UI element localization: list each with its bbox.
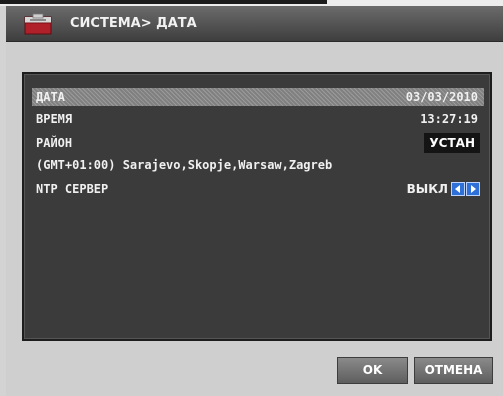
ntp-row: NTP СЕРВЕР ВЫКЛ — [32, 180, 484, 198]
date-value[interactable]: 03/03/2010 — [406, 88, 478, 106]
settings-panel: ДАТА 03/03/2010 ВРЕМЯ 13:27:19 РАЙОН УСТ… — [22, 72, 492, 341]
time-label: ВРЕМЯ — [36, 112, 73, 126]
date-row[interactable]: ДАТА 03/03/2010 — [32, 88, 484, 106]
ntp-prev-button[interactable] — [451, 182, 465, 196]
zone-label: РАЙОН — [36, 136, 73, 150]
time-value[interactable]: 13:27:19 — [420, 110, 478, 128]
page-title: СИСТЕМА> ДАТА — [70, 16, 197, 31]
title-bar: СИСТЕМА> ДАТА — [6, 6, 503, 42]
zone-set-button[interactable]: УСТАН — [424, 133, 480, 153]
date-label: ДАТА — [36, 90, 65, 104]
time-row[interactable]: ВРЕМЯ 13:27:19 — [32, 110, 484, 128]
top-strip-dark — [0, 0, 327, 4]
ntp-control: ВЫКЛ — [407, 180, 480, 198]
ntp-next-button[interactable] — [466, 182, 480, 196]
ntp-label: NTP СЕРВЕР — [36, 182, 109, 196]
zone-value-row: (GMT+01:00) Sarajevo,Skopje,Warsaw,Zagre… — [32, 156, 484, 174]
zone-value: (GMT+01:00) Sarajevo,Skopje,Warsaw,Zagre… — [36, 158, 333, 172]
zone-row: РАЙОН УСТАН — [32, 133, 484, 153]
ok-button[interactable]: OK — [337, 357, 408, 384]
ntp-value: ВЫКЛ — [406, 182, 448, 196]
arrow-right-icon — [471, 185, 476, 193]
folder-red-icon — [24, 13, 52, 35]
arrow-left-icon — [455, 185, 460, 193]
cancel-button[interactable]: ОТМЕНА — [414, 357, 493, 384]
